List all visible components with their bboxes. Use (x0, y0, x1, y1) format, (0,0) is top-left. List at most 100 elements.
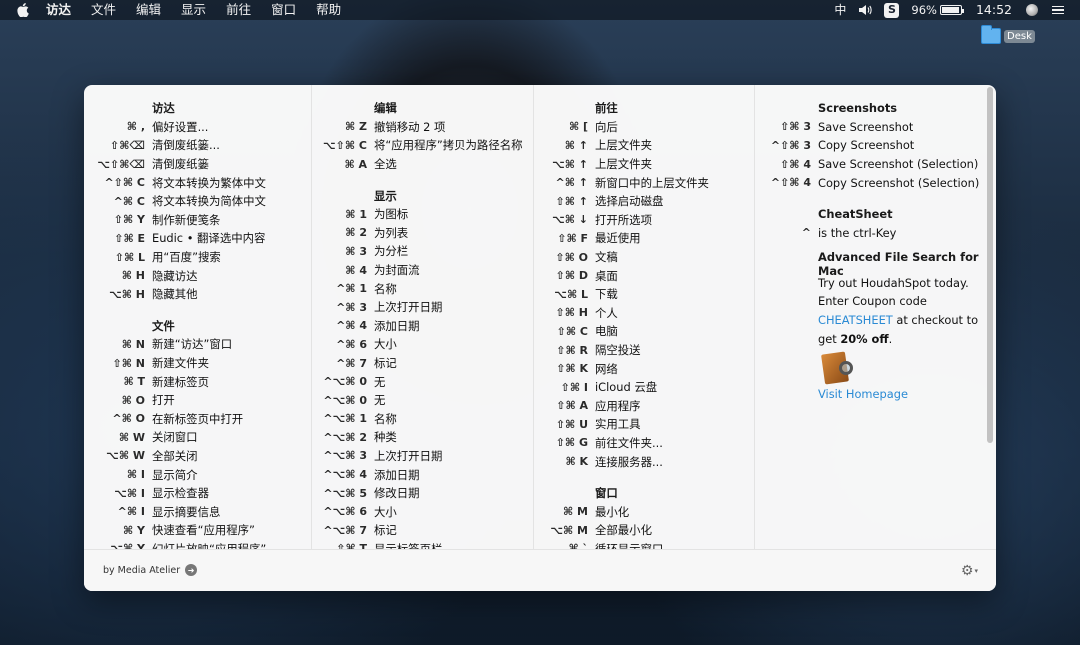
shortcut-row: ⌘ ↑ 上层文件夹 (534, 136, 754, 155)
shortcut-label: 无 (374, 393, 386, 408)
coupon-code: CHEATSHEET (818, 312, 893, 327)
media-atelier-link[interactable]: by Media Atelier ➜ (103, 564, 198, 576)
shortcut-label: 前往文件夹... (595, 435, 663, 450)
clock[interactable]: 14:52 (976, 0, 1012, 20)
shortcut-row: ⇧⌘ L 用“百度”搜索 (84, 248, 311, 267)
shortcut-row: ^⌘ 6 大小 (312, 335, 533, 354)
houdahspot-app-icon[interactable] (821, 351, 857, 385)
shortcut-key: ⌘ O (121, 393, 145, 407)
shortcut-row: ⇧⌘ 3 Save Screenshot (755, 118, 996, 137)
menu-file[interactable]: 文件 (81, 0, 126, 20)
shortcut-label: 网络 (595, 361, 618, 376)
shortcut-row: ⌘ Z 撤销移动 2 项 (312, 118, 533, 137)
shortcut-label: 名称 (374, 411, 397, 426)
shortcut-key: ⌘ 1 (345, 207, 367, 221)
shortcut-key: ^⌘ 4 (336, 319, 367, 333)
gear-icon[interactable]: ⚙ ▾ (961, 563, 978, 579)
scrollbar[interactable] (987, 87, 993, 443)
shortcut-key: ⌥⇧⌘ C (323, 138, 367, 152)
shortcut-label: 清倒废纸篓 (152, 157, 209, 172)
section-title-text: 编辑 (374, 101, 397, 116)
shortcut-row: ⌥⇧⌘⌫ 清倒废纸篓 (84, 155, 311, 174)
shortcut-label: Copy Screenshot (818, 138, 915, 153)
menu-app-finder[interactable]: 访达 (46, 0, 81, 20)
cheatsheet-panel: 访达 ⌘ , 偏好设置... ⇧⌘⌫ 清倒废纸篓... ⌥⇧⌘⌫ 清倒废纸篓 ^⇧⌘ C 将文本… (84, 85, 996, 591)
section-title: CheatSheet (755, 205, 996, 224)
apple-menu-icon[interactable] (0, 3, 46, 17)
shortcut-row: ⇧⌘⌫ 清倒废纸篓... (84, 136, 311, 155)
shortcut-row: ⌘ N 新建“访达”窗口 (84, 335, 311, 354)
shortcut-key: ^⌥⌘ 0 (323, 393, 367, 407)
battery-indicator[interactable]: 96% (911, 0, 964, 20)
shortcut-label: 显示检查器 (152, 486, 209, 501)
shortcut-label: 将文本转换为简体中文 (152, 194, 266, 209)
shortcut-row: ⌘ Y 快速查看“应用程序” (84, 521, 311, 540)
menu-edit[interactable]: 编辑 (126, 0, 171, 20)
shortcut-row: ^⌥⌘ 5 修改日期 (312, 484, 533, 503)
shortcut-key: ⌘ T (123, 375, 145, 389)
shortcut-key: ⇧⌘ R (556, 343, 588, 357)
notification-center-icon[interactable] (1052, 5, 1064, 15)
shortcut-key: ⇧⌘ G (555, 436, 588, 450)
shortcut-key: ^⌘ I (117, 505, 145, 519)
shortcut-label: 添加日期 (374, 467, 420, 482)
shortcut-label: 应用程序 (595, 398, 641, 413)
shortcut-row: ^⇧⌘ 3 Copy Screenshot (755, 136, 996, 155)
visit-homepage-link[interactable]: Visit Homepage (755, 385, 996, 404)
byline-text: by Media Atelier (103, 564, 181, 576)
section-title-text: 访达 (152, 101, 175, 116)
menu-help[interactable]: 帮助 (306, 0, 351, 20)
shortcut-label: 为封面流 (374, 263, 420, 278)
menu-view[interactable]: 显示 (171, 0, 216, 20)
volume-icon[interactable] (858, 4, 873, 16)
shortcut-row: ^⌘ I 显示摘要信息 (84, 502, 311, 521)
promo-line-4-post: . (888, 331, 893, 346)
shortcut-row: ⇧⌘ 4 Save Screenshot (Selection) (755, 155, 996, 174)
shortcut-row: ⌥⌘ H 隐藏其他 (84, 285, 311, 304)
shortcut-row: ⌘ 2 为列表 (312, 224, 533, 243)
shortcut-key: ⇧⌘ L (114, 250, 145, 264)
shortcut-label: 显示摘要信息 (152, 504, 221, 519)
desktop-folder-label: Desk (1004, 29, 1035, 43)
info-column: Screenshots ⇧⌘ 3 Save Screenshot ^⇧⌘ 3 Copy… (755, 85, 996, 549)
shortcut-row: ^⌥⌘ 7 标记 (312, 521, 533, 540)
shortcut-key: ⌥⌘ H (109, 287, 145, 301)
shortcut-row: ⇧⌘ N 新建文件夹 (84, 354, 311, 373)
shortcut-row: ⌥⌘ W 全部关闭 (84, 447, 311, 466)
shortcut-key: ⇧⌘ N (112, 356, 145, 370)
shortcut-key: ⇧⌘⌫ (110, 138, 145, 152)
shortcut-label: 桌面 (595, 268, 618, 283)
user-icon[interactable] (1026, 4, 1038, 16)
folder-icon (981, 25, 1001, 44)
input-method-indicator[interactable]: 中 (834, 0, 846, 20)
menu-bar: 访达 文件 编辑 显示 前往 窗口 帮助 中 S 96% 14:52 (0, 0, 1080, 20)
shortcut-key: ⇧⌘ O (555, 250, 588, 264)
shortcut-row: ⌘ [向后 (534, 118, 754, 137)
menu-window[interactable]: 窗口 (261, 0, 306, 20)
shortcut-row: ⌘ 3 为分栏 (312, 242, 533, 261)
shortcut-label: 新建标签页 (152, 374, 209, 389)
shortcut-label: 大小 (374, 504, 397, 519)
shortcut-row: ⇧⌘ T 显示标签页栏 (312, 540, 533, 549)
shortcut-key: ⌥⌘ ↑ (552, 157, 588, 171)
shortcut-key: ⇧⌘ E (114, 231, 145, 245)
promo-line-3: CHEATSHEET at checkout to (755, 311, 996, 330)
shortcut-row: ⌘ 4 为封面流 (312, 261, 533, 280)
discount: 20% off (840, 331, 889, 346)
shortcut-label: 幻灯片放映“应用程序” (152, 541, 267, 549)
promo-line-1: Try out HoudahSpot today. (818, 275, 969, 290)
shortcut-key: ⌘ , (126, 120, 145, 134)
desktop-folder[interactable]: Desk (981, 25, 1035, 44)
shortcut-row: ^⌘ C 将文本转换为简体中文 (84, 192, 311, 211)
shortcut-row: ⇧⌘ O 文稿 (534, 248, 754, 267)
shortcut-key: ^⌥⌘ 6 (323, 505, 367, 519)
shortcut-row: ⇧⌘ E Eudic • 翻译选中内容 (84, 229, 311, 248)
shortcut-key: ⌘ H (121, 269, 145, 283)
menu-go[interactable]: 前往 (216, 0, 261, 20)
shortcut-key: ^⌘ 1 (336, 282, 367, 296)
shortcut-label: 个人 (595, 305, 618, 320)
shortcut-key: ^⌥⌘ 1 (323, 412, 367, 426)
app-status-icon[interactable]: S (884, 2, 900, 18)
shortcut-row: ⇧⌘ R 隔空投送 (534, 341, 754, 360)
shortcut-row: ⌥⌘ ↑ 上层文件夹 (534, 155, 754, 174)
